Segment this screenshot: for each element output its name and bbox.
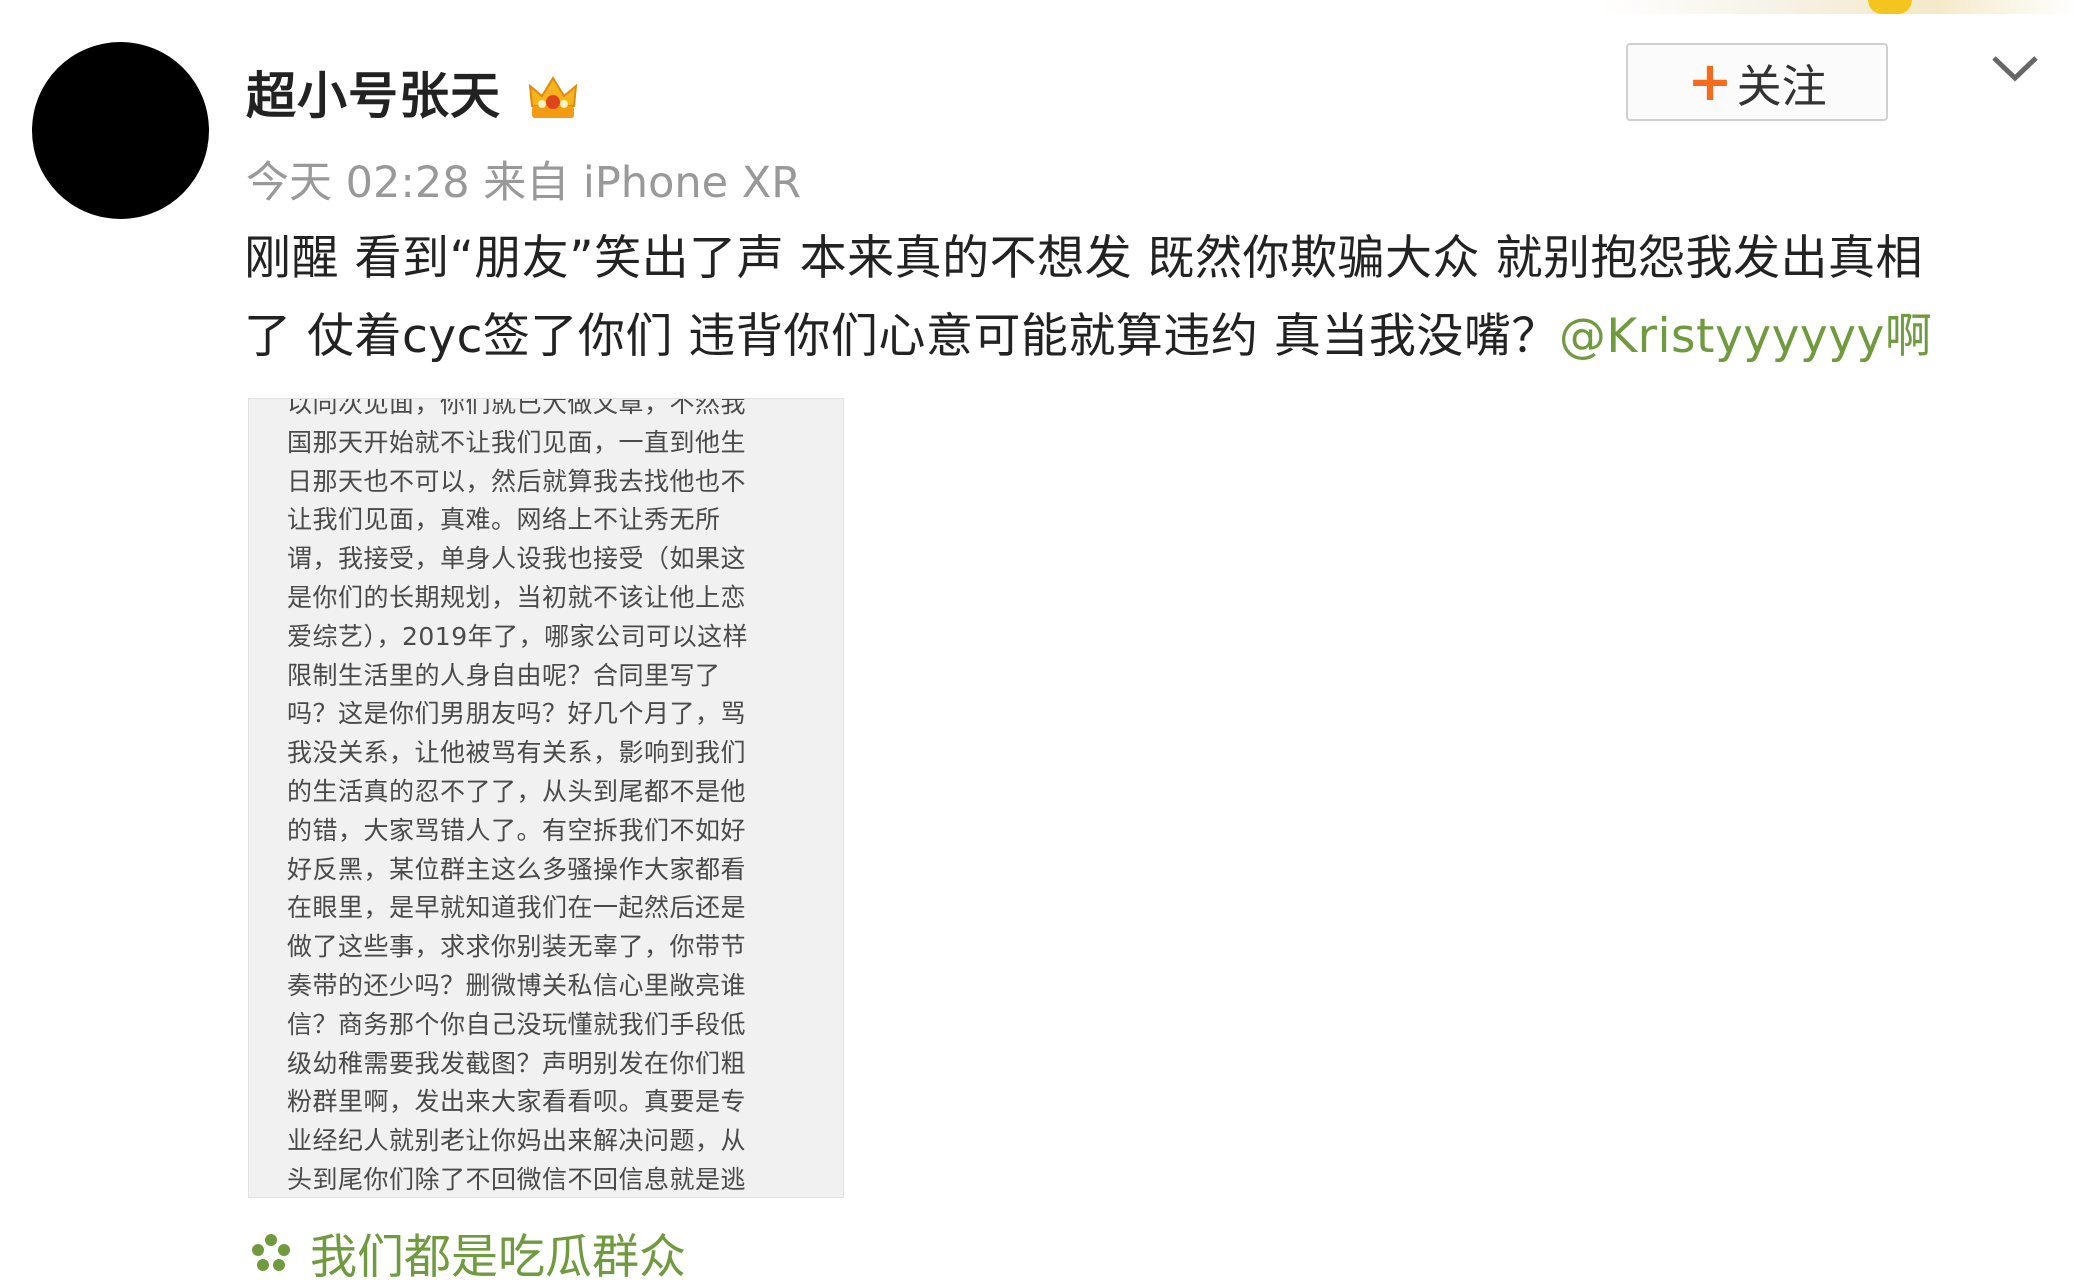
top-decoration (1600, 0, 2077, 14)
topic-label: 我们都是吃瓜群众 (310, 1230, 686, 1285)
image-text-line: 奏带的还少吗？删微博关私信心里敞亮谁 (287, 970, 747, 1000)
image-text-line: 以同次见面，你们就已大做文章，不然我 (287, 398, 747, 418)
post-meta: 今天 02:28 来自 iPhone XR (246, 148, 801, 210)
post-body: 刚醒 看到“朋友”笑出了声 本来真的不想发 既然你欺骗大众 就别抱怨我发出真相 … (244, 220, 2044, 376)
post-source: 来自 iPhone XR (483, 158, 802, 208)
image-text-line: 我没关系，让他被骂有关系，影响到我们 (287, 738, 747, 768)
image-text-line: 的生活真的忍不了了，从头到尾都不是他 (287, 776, 747, 806)
image-text-line: 在眼里，是早就知道我们在一起然后还是 (287, 893, 747, 923)
image-text-line: 头到尾你们除了不回微信不回信息就是逃 (287, 1164, 747, 1194)
post-text-line-2-content: 了 仗着cyc签了你们 违背你们心意可能就算违约 真当我没嘴？ (244, 309, 1559, 364)
image-text-line: 爱综艺），2019年了，哪家公司可以这样 (287, 621, 749, 651)
image-text-line: 吗？这是你们男朋友吗？好几个月了，骂 (287, 699, 747, 729)
image-text-block: 以同次见面，你们就已大做文章，不然我国那天开始就不让我们见面，一直到他生 日那天也… (287, 398, 827, 1197)
author-name[interactable]: 超小号张天 (246, 56, 501, 128)
post-timestamp[interactable]: 今天 02:28 (246, 158, 470, 208)
plus-icon: + (1687, 50, 1733, 113)
avatar[interactable] (32, 42, 209, 219)
post-text-line-1: 刚醒 看到“朋友”笑出了声 本来真的不想发 既然你欺骗大众 就别抱怨我发出真相 (244, 231, 1923, 286)
image-text-line: 好反黑，某位群主这么多骚操作大家都看 (287, 854, 747, 884)
image-text-line: 粉群里啊，发出来大家看看呗。真要是专 (287, 1087, 747, 1117)
image-text-line: 信？商务那个你自己没玩懂就我们手段低 (287, 1009, 747, 1039)
chevron-down-icon[interactable] (1988, 48, 2042, 88)
vip-crown-icon (528, 76, 578, 118)
image-text-line: 的错，大家骂错人了。有空拆我们不如好 (287, 815, 747, 845)
topic-link[interactable]: 我们都是吃瓜群众 (244, 1218, 686, 1287)
image-text-line: 谓，我接受，单身人设我也接受（如果这 (287, 544, 747, 574)
image-text-line: 让我们见面，真难。网络上不让秀无所 (287, 505, 721, 535)
image-text-line: 是你们的长期规划，当初就不该让他上恋 (287, 582, 747, 612)
image-text-line: 做了这些事，求求你别装无辜了，你带节 (287, 932, 747, 962)
post-image-screenshot[interactable]: 以同次见面，你们就已大做文章，不然我国那天开始就不让我们见面，一直到他生 日那天也… (248, 398, 844, 1198)
image-text-line: 限制生活里的人身自由呢？合同里写了 (287, 660, 721, 690)
mention-link[interactable]: @Kristyyyyyy啊 (1559, 309, 1933, 364)
decoration-gold-shape (1868, 0, 1912, 14)
image-text-line: 级幼稚需要我发截图？声明别发在你们粗 (287, 1048, 747, 1078)
image-text-line: 业经纪人就别老让你妈出来解决问题，从 (287, 1126, 747, 1156)
follow-label: 关注 (1736, 59, 1827, 113)
image-text-line: 国那天开始就不让我们见面，一直到他生 (287, 427, 747, 457)
post-text-line-2: 了 仗着cyc签了你们 违背你们心意可能就算违约 真当我没嘴？@Kristyyy… (244, 298, 2044, 376)
follow-button[interactable]: + 关注 (1626, 43, 1888, 121)
image-text-line: 日那天也不可以，然后就算我去找他也不 (287, 466, 747, 496)
